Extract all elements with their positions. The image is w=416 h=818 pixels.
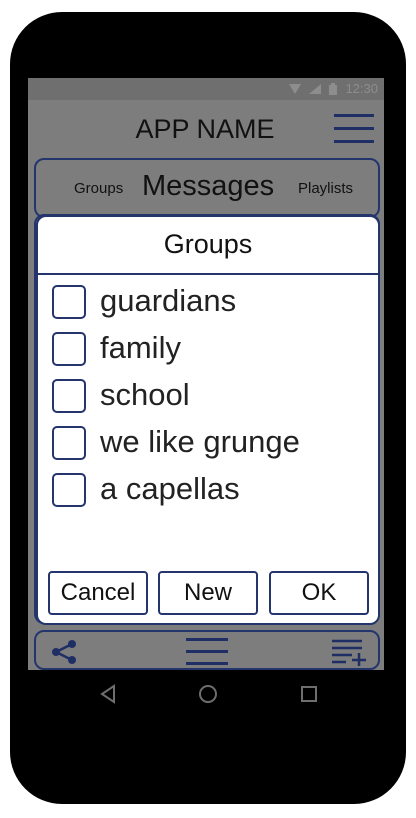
- back-icon[interactable]: [99, 684, 117, 704]
- tab-bar: Groups Messages Playlists: [34, 158, 380, 218]
- app-bar: APP NAME: [28, 100, 384, 158]
- group-item-we-like-grunge[interactable]: we like grunge: [52, 424, 352, 464]
- ok-button[interactable]: OK: [269, 571, 369, 615]
- group-label: school: [100, 377, 190, 412]
- wifi-icon: [289, 83, 302, 94]
- group-label: we like grunge: [100, 424, 300, 459]
- status-bar: 12:30: [28, 78, 384, 100]
- group-item-family[interactable]: family: [52, 330, 352, 370]
- tab-groups[interactable]: Groups: [74, 180, 123, 197]
- group-label: a capellas: [100, 471, 240, 506]
- home-icon[interactable]: [198, 684, 218, 704]
- group-checkbox[interactable]: [52, 285, 86, 319]
- signal-icon: [309, 83, 322, 94]
- dialog-header: Groups: [38, 217, 378, 275]
- group-label: family: [100, 330, 181, 365]
- nav-bar: [0, 680, 416, 710]
- group-item-a-capellas[interactable]: a capellas: [52, 471, 352, 511]
- group-checkbox[interactable]: [52, 426, 86, 460]
- status-time: 12:30: [345, 81, 378, 96]
- hamburger-icon[interactable]: [334, 112, 378, 146]
- group-checkbox[interactable]: [52, 473, 86, 507]
- share-icon[interactable]: [50, 640, 78, 664]
- recents-icon[interactable]: [300, 685, 318, 703]
- menu-icon[interactable]: [186, 636, 230, 668]
- battery-icon: [329, 82, 338, 95]
- new-group-button[interactable]: New: [158, 571, 258, 615]
- playlist-add-icon[interactable]: [332, 638, 368, 666]
- group-checkbox[interactable]: [52, 332, 86, 366]
- group-item-school[interactable]: school: [52, 377, 352, 417]
- bottom-toolbar: [34, 630, 380, 670]
- group-label: guardians: [100, 283, 237, 318]
- tab-messages[interactable]: Messages: [142, 170, 274, 203]
- dialog-title: Groups: [163, 229, 253, 259]
- tab-playlists[interactable]: Playlists: [298, 180, 353, 197]
- group-checkbox[interactable]: [52, 379, 86, 413]
- group-item-guardians[interactable]: guardians: [52, 283, 352, 323]
- cancel-button[interactable]: Cancel: [48, 571, 148, 615]
- app-title: APP NAME: [135, 114, 275, 144]
- groups-dialog: Groups guardians family school we like g…: [36, 215, 380, 625]
